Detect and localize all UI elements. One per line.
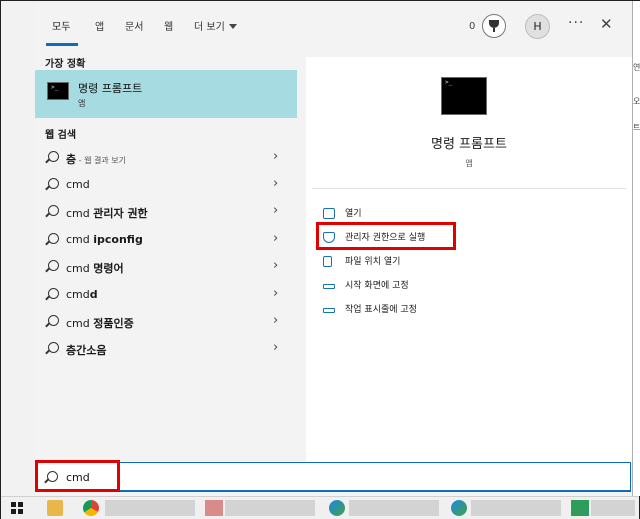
tab-more[interactable]: 더 보기 (194, 18, 237, 33)
action-label: 파일 위치 열기 (345, 257, 401, 267)
result-label: cmd 명령어 (66, 262, 124, 275)
list-item[interactable]: cmd 정품인증 › (35, 309, 297, 336)
search-highlight (35, 460, 120, 492)
windows-start-icon[interactable] (11, 502, 23, 514)
taskbar-app-icon[interactable] (571, 500, 589, 516)
tab-more-label: 더 보기 (194, 22, 225, 33)
result-label: cmd 정품인증 (66, 317, 134, 330)
chevron-down-icon (228, 24, 237, 29)
result-label: 층 - 웹 결과 보기 (66, 153, 126, 166)
chrome-icon[interactable] (83, 500, 99, 516)
tab-web[interactable]: 웹 (164, 18, 173, 33)
search-bar-area (35, 462, 632, 496)
pin-icon (323, 284, 335, 289)
search-icon (48, 342, 59, 353)
avatar[interactable]: H (525, 14, 550, 39)
left-background-strip (1, 1, 35, 496)
tab-all[interactable]: 모두 (52, 18, 70, 33)
chevron-right-icon[interactable]: › (273, 258, 278, 273)
chevron-right-icon[interactable]: › (273, 176, 278, 191)
result-label: cmd ipconfig (66, 233, 143, 246)
command-prompt-icon (47, 82, 69, 100)
background-edge-text: 연 (633, 63, 640, 72)
tab-apps[interactable]: 앱 (95, 18, 104, 33)
chevron-right-icon[interactable]: › (273, 149, 278, 164)
taskbar (1, 496, 639, 519)
best-match-heading: 가장 정확 (45, 59, 86, 70)
search-icon (48, 315, 59, 326)
best-match-name: 명령 프롬프트 (78, 82, 143, 95)
chevron-right-icon[interactable]: › (273, 313, 278, 328)
edge-browser-icon[interactable] (451, 500, 467, 516)
open-icon (323, 208, 335, 219)
divider (312, 188, 626, 189)
detail-pane: 명령 프롬프트 앱 열기 관리자 권한으로 실행 파일 위치 열기 시작 화면에… (306, 57, 632, 496)
result-label: cmd (66, 178, 90, 191)
taskbar-app-blurred[interactable] (105, 500, 195, 516)
list-item[interactable]: cmd ipconfig › (35, 227, 297, 254)
result-label: cmd 관리자 권한 (66, 207, 148, 220)
search-icon (48, 205, 59, 216)
list-item[interactable]: cmd 관리자 권한 › (35, 199, 297, 226)
result-label: cmdd (66, 288, 98, 301)
search-icon (48, 288, 59, 299)
best-match-type: 앱 (78, 99, 86, 108)
action-pin-to-taskbar[interactable]: 작업 표시줄에 고정 (323, 301, 473, 319)
search-icon (48, 178, 59, 189)
taskbar-app-icon[interactable] (205, 500, 223, 516)
chevron-right-icon[interactable]: › (273, 231, 278, 246)
more-options-button[interactable]: ··· (568, 15, 584, 31)
search-input[interactable] (66, 469, 466, 485)
search-icon (48, 233, 59, 244)
rewards-points: 0 (469, 21, 476, 32)
action-label: 시작 화면에 고정 (345, 281, 409, 291)
chevron-right-icon[interactable]: › (273, 203, 278, 218)
action-pin-to-start[interactable]: 시작 화면에 고정 (323, 277, 473, 295)
list-item[interactable]: cmd › (35, 172, 297, 199)
list-item[interactable]: cmdd › (35, 282, 297, 309)
web-search-heading: 웹 검색 (45, 130, 77, 141)
action-label: 작업 표시줄에 고정 (345, 305, 417, 315)
list-item[interactable]: cmd 명령어 › (35, 254, 297, 281)
search-icon (48, 260, 59, 271)
background-edge-text: 오 (633, 97, 640, 106)
action-label: 열기 (345, 209, 362, 219)
close-button[interactable]: ✕ (600, 15, 613, 33)
list-item[interactable]: 층 - 웹 결과 보기 › (35, 145, 297, 172)
taskbar-app-blurred[interactable] (591, 500, 635, 516)
rewards-trophy-icon[interactable] (482, 14, 506, 38)
detail-type: 앱 (465, 159, 473, 168)
active-tab-indicator (46, 43, 78, 46)
chevron-right-icon[interactable]: › (273, 340, 278, 355)
result-label: 층간소음 (66, 344, 107, 357)
action-open[interactable]: 열기 (323, 205, 473, 223)
file-explorer-icon[interactable] (47, 500, 63, 516)
search-icon (48, 151, 59, 162)
chevron-right-icon[interactable]: › (273, 286, 278, 301)
list-item[interactable]: 층간소음 › (35, 336, 297, 363)
edge-browser-icon[interactable] (329, 500, 345, 516)
best-match-item[interactable]: 명령 프롬프트 앱 (35, 70, 297, 118)
action-open-file-location[interactable]: 파일 위치 열기 (323, 253, 473, 271)
command-prompt-large-icon (441, 77, 487, 115)
taskbar-app-blurred[interactable] (349, 500, 439, 516)
file-location-icon (323, 256, 332, 267)
tab-documents[interactable]: 문서 (125, 18, 143, 33)
right-background-window (632, 1, 640, 496)
taskbar-app-blurred[interactable] (471, 500, 561, 516)
taskbar-app-blurred[interactable] (225, 500, 315, 516)
detail-title: 명령 프롬프트 (431, 137, 507, 152)
run-as-admin-highlight (316, 222, 456, 250)
search-tabs-bar: 모두 앱 문서 웹 더 보기 0 H ··· ✕ (35, 1, 632, 49)
pin-icon (323, 308, 335, 313)
background-edge-text: 트 (633, 123, 640, 132)
search-box[interactable] (36, 462, 631, 492)
